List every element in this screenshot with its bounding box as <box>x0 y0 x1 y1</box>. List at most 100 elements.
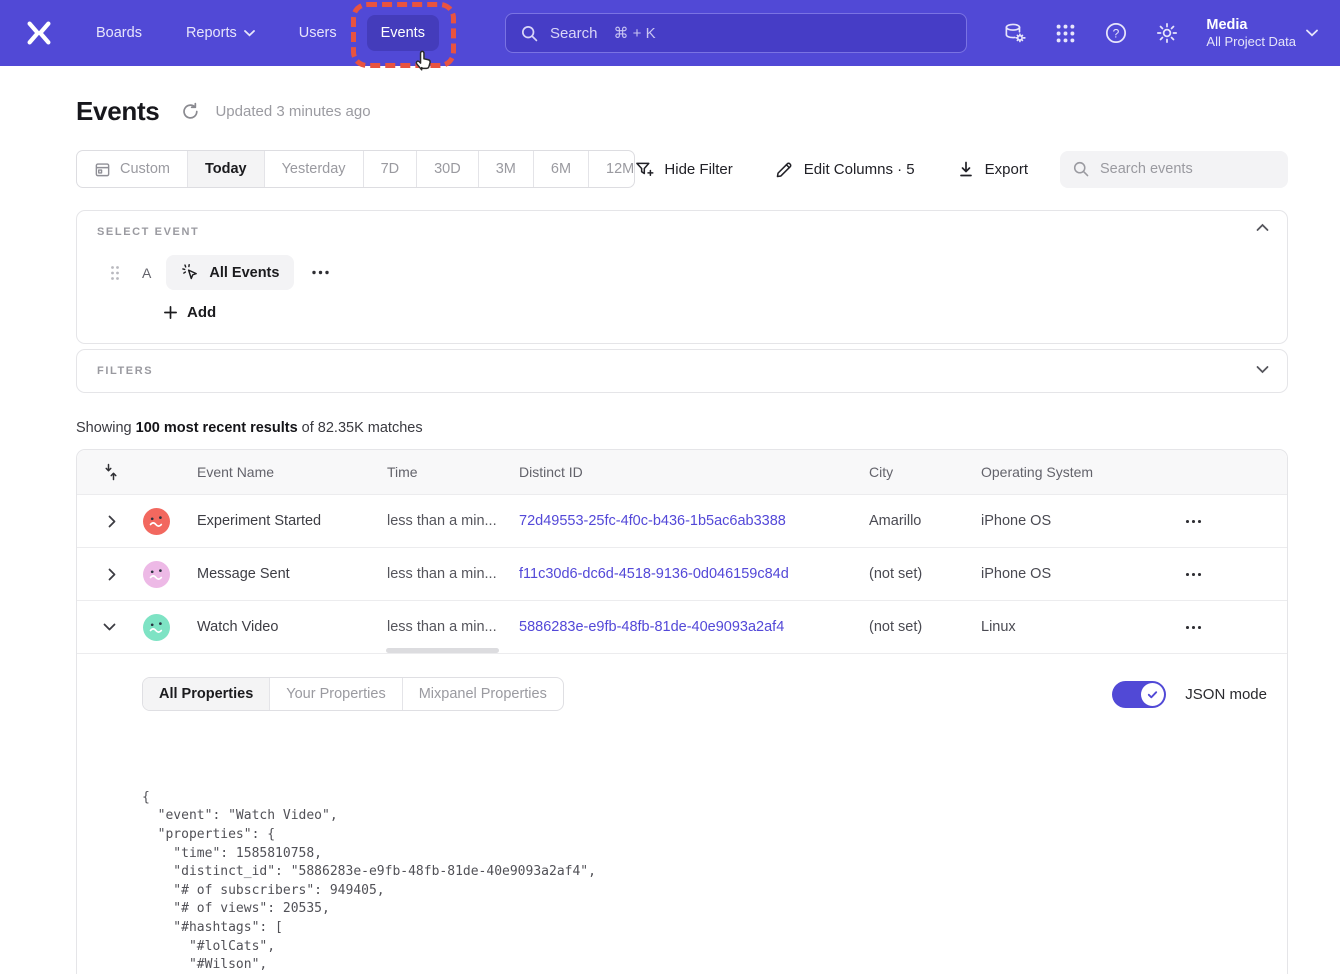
calendar-icon <box>94 161 111 178</box>
properties-tab[interactable]: Your Properties <box>270 678 402 710</box>
row-expander[interactable] <box>77 515 125 528</box>
page-title: Events <box>76 96 159 127</box>
top-navigation: Boards Reports Users Events <box>0 0 1340 66</box>
date-range-option[interactable]: 30D <box>417 151 479 187</box>
chevron-right-icon <box>108 568 116 581</box>
results-count: 100 most recent results <box>136 420 298 436</box>
global-search-bar[interactable]: Search ⌘ + K <box>505 13 967 53</box>
mixpanel-logo-icon[interactable] <box>22 16 56 50</box>
settings-gear-icon[interactable] <box>1155 21 1179 45</box>
refresh-icon[interactable] <box>181 102 200 121</box>
column-header-os[interactable]: Operating System <box>971 464 1151 480</box>
chevron-up-icon[interactable] <box>1256 223 1269 232</box>
date-range-option[interactable]: 12M <box>589 151 635 187</box>
date-range-option[interactable]: Yesterday <box>265 151 364 187</box>
toggle-knob <box>1141 683 1164 706</box>
date-range-option[interactable]: 3M <box>479 151 534 187</box>
search-events-input[interactable] <box>1100 161 1276 177</box>
cell-distinct-id-link[interactable]: f11c30d6-dc6d-4518-9136-0d046159c84d <box>509 566 859 582</box>
nav-item-label: Users <box>299 25 337 41</box>
date-range-option[interactable]: 7D <box>364 151 418 187</box>
event-json-viewer: { "event": "Watch Video", "properties": … <box>142 733 1267 974</box>
hide-filter-button[interactable]: Hide Filter <box>635 160 732 179</box>
date-range-label: Custom <box>120 161 170 177</box>
tab-label: Mixpanel Properties <box>419 686 547 702</box>
cell-time: less than a min... <box>377 513 509 529</box>
sort-order-icon[interactable] <box>77 463 125 481</box>
cell-time: less than a min... <box>377 566 509 582</box>
cell-event-name: Experiment Started <box>187 513 377 529</box>
export-button[interactable]: Export <box>957 160 1028 178</box>
select-event-panel: SELECT EVENT A All Events <box>76 210 1288 344</box>
nav-item[interactable]: Users <box>285 15 351 51</box>
json-mode-toggle[interactable] <box>1112 681 1166 708</box>
row-more-options-icon[interactable] <box>1185 625 1287 630</box>
cell-distinct-id-link[interactable]: 72d49553-25fc-4f0c-b436-1b5ac6ab3388 <box>509 513 859 529</box>
date-range-label: 30D <box>434 161 461 177</box>
search-icon <box>520 24 539 43</box>
plus-icon <box>163 305 178 320</box>
selected-event-name: All Events <box>209 265 279 281</box>
date-range-label: 6M <box>551 161 571 177</box>
cell-event-name: Watch Video <box>187 619 377 635</box>
date-range-option[interactable]: Today <box>188 151 265 187</box>
cell-time: less than a min... <box>377 619 509 635</box>
table-row[interactable]: Watch Video less than a min... 5886283e-… <box>77 601 1287 654</box>
cell-os: Linux <box>971 619 1151 635</box>
drag-handle-icon[interactable] <box>109 264 121 282</box>
json-line: "#hashtags": [ <box>142 919 1267 938</box>
primary-nav: Boards Reports Users Events <box>82 15 455 51</box>
horizontal-scrollbar-thumb[interactable] <box>386 648 499 653</box>
filters-label: FILTERS <box>97 365 153 377</box>
properties-tab[interactable]: Mixpanel Properties <box>403 678 563 710</box>
download-icon <box>957 160 975 178</box>
edit-columns-button[interactable]: Edit Columns · 5 <box>775 160 915 179</box>
help-icon[interactable]: ? <box>1104 21 1128 45</box>
apps-grid-icon[interactable] <box>1054 22 1077 45</box>
row-expander[interactable] <box>77 623 125 631</box>
row-more-options-icon[interactable] <box>1185 572 1287 577</box>
date-range-label: Yesterday <box>282 161 346 177</box>
json-line: { <box>142 789 1267 808</box>
cell-os: iPhone OS <box>971 513 1151 529</box>
nav-item[interactable]: Boards <box>82 15 156 51</box>
json-line: "distinct_id": "5886283e-e9fb-48fb-81de-… <box>142 863 1267 882</box>
column-header-distinct-id[interactable]: Distinct ID <box>509 464 859 480</box>
nav-item[interactable]: Events <box>367 15 439 51</box>
add-event-button[interactable]: Add <box>163 304 216 321</box>
event-avatar <box>143 561 170 588</box>
json-line: "#lolCats", <box>142 938 1267 957</box>
search-events-box <box>1060 151 1288 188</box>
event-more-options-icon[interactable] <box>311 270 330 275</box>
column-header-city[interactable]: City <box>859 464 971 480</box>
date-range-label: 3M <box>496 161 516 177</box>
json-line: "#Wilson", <box>142 956 1267 974</box>
event-row-letter: A <box>142 265 151 281</box>
data-management-icon[interactable] <box>1002 21 1027 46</box>
table-row[interactable]: Message Sent less than a min... f11c30d6… <box>77 548 1287 601</box>
chevron-down-icon <box>103 623 116 631</box>
date-range-label: 12M <box>606 161 634 177</box>
date-range-option[interactable]: Custom <box>77 151 188 187</box>
json-mode-label: JSON mode <box>1185 686 1267 703</box>
column-header-event-name[interactable]: Event Name <box>187 464 377 480</box>
chevron-down-icon <box>244 30 255 37</box>
column-header-time[interactable]: Time <box>377 464 509 480</box>
chevron-down-icon[interactable] <box>1256 365 1269 374</box>
row-expander[interactable] <box>77 568 125 581</box>
event-avatar <box>143 614 170 641</box>
selected-event-button[interactable]: All Events <box>166 255 294 290</box>
json-line: "properties": { <box>142 826 1267 845</box>
date-range-option[interactable]: 6M <box>534 151 589 187</box>
json-line: "event": "Watch Video", <box>142 807 1267 826</box>
date-range-label: Today <box>205 161 247 177</box>
chevron-right-icon <box>108 515 116 528</box>
project-switcher[interactable]: Media All Project Data <box>1206 16 1318 50</box>
table-row[interactable]: Experiment Started less than a min... 72… <box>77 495 1287 548</box>
row-more-options-icon[interactable] <box>1185 519 1287 524</box>
cell-distinct-id-link[interactable]: 5886283e-e9fb-48fb-81de-40e9093a2af4 <box>509 619 859 635</box>
nav-item[interactable]: Reports <box>172 15 269 51</box>
properties-tab[interactable]: All Properties <box>143 678 270 710</box>
project-name: Media <box>1206 16 1296 34</box>
events-page: Events Updated 3 minutes ago Custom <box>0 66 1340 974</box>
